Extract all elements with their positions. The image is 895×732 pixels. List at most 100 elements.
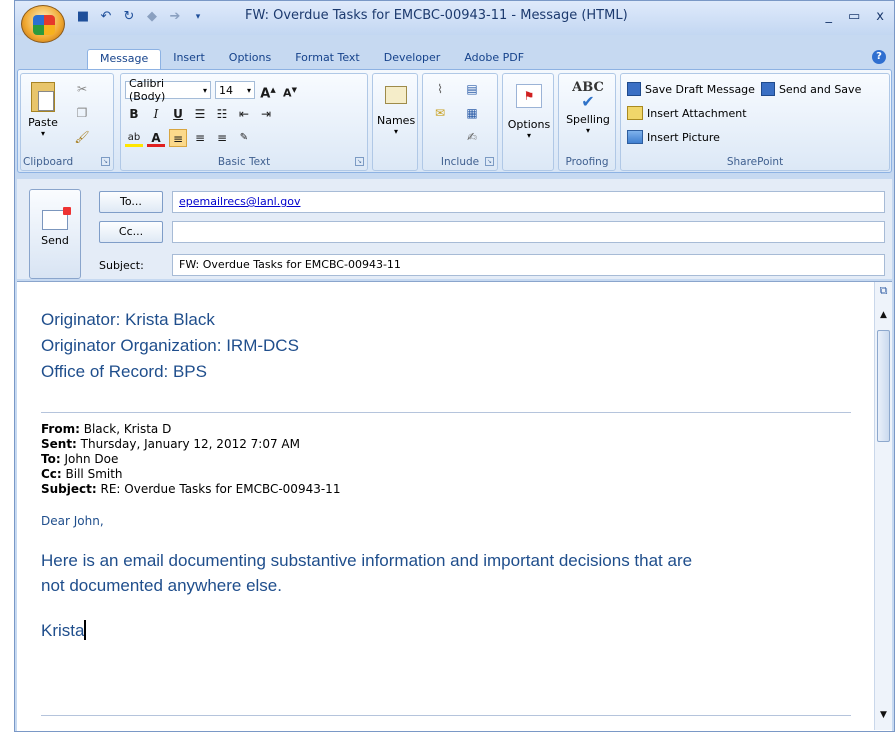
outlook-message-window: ■ ↶ ↻ ◆ ➔ ▾ FW: Overdue Tasks for EMCBC-… <box>14 0 895 732</box>
organization-line: Originator Organization: IRM-DCS <box>41 336 299 355</box>
send-envelope-icon <box>42 207 71 230</box>
italic-button[interactable]: I <box>147 105 165 123</box>
highlight-icon[interactable]: ab <box>125 129 143 147</box>
font-name-select[interactable]: Calibri (Body) ▾ <box>125 77 211 103</box>
basic-text-group: Calibri (Body) ▾ 14 ▾ A▲ A▼ B I U ☰ ☷ ⇤ ⇥ … <box>120 73 368 171</box>
send-and-save-button[interactable]: Send and Save <box>760 82 861 96</box>
quick-access-toolbar: ■ ↶ ↻ ◆ ➔ ▾ <box>75 9 206 25</box>
include-group: ⌇ ▤ ✉ ▦ ✍ Include ↘ <box>422 73 498 171</box>
include-launcher-icon[interactable]: ↘ <box>485 157 494 166</box>
attach-item-icon[interactable]: ✉ <box>431 104 449 122</box>
scrollbar-thumb[interactable] <box>877 330 890 442</box>
maximize-icon[interactable]: ▭ <box>848 9 860 24</box>
proofing-group: ABC ✔ Spelling ▾ Proofing <box>558 73 616 171</box>
align-center-icon[interactable]: ≡ <box>191 129 209 147</box>
minimize-icon[interactable]: _ <box>826 9 833 24</box>
ribbon-tabs: Message Insert Options Format Text Devel… <box>87 49 536 69</box>
tab-message[interactable]: Message <box>87 49 162 69</box>
send-button[interactable]: Send <box>29 189 81 279</box>
paste-icon <box>31 82 55 112</box>
calendar-icon[interactable]: ▦ <box>463 104 481 122</box>
window-controls: _ ▭ x <box>826 9 885 24</box>
title-bar: ■ ↶ ↻ ◆ ➔ ▾ FW: Overdue Tasks for EMCBC-… <box>15 1 894 35</box>
sharepoint-group: Save Draft Message Send and Save Insert … <box>620 73 890 171</box>
office-of-record-line: Office of Record: BPS <box>41 362 207 381</box>
clear-formatting-icon[interactable]: ✎ <box>235 129 253 147</box>
message-header: Send To... epemailrecs@lanl.gov Cc... Su… <box>17 179 892 279</box>
cc-button[interactable]: Cc... <box>99 221 163 243</box>
subject-label: Subject: <box>99 259 144 272</box>
font-size-select[interactable]: 14 ▾ <box>215 81 255 99</box>
clipboard-launcher-icon[interactable]: ↘ <box>101 157 110 166</box>
close-icon[interactable]: x <box>876 9 884 24</box>
save-draft-button[interactable]: Save Draft Message <box>627 82 755 96</box>
shrink-font-icon[interactable]: A▼ <box>281 81 299 100</box>
align-right-icon[interactable]: ≡ <box>213 129 231 147</box>
decrease-indent-icon[interactable]: ⇤ <box>235 105 253 123</box>
divider <box>41 412 851 413</box>
save-icon[interactable]: ■ <box>75 9 91 25</box>
signature-line: Krista <box>41 620 87 640</box>
office-button[interactable] <box>21 5 65 43</box>
greeting-line: Dear John, <box>41 514 104 528</box>
clipboard-group: Paste ▾ ✂ ❐ 🖌 Clipboard ↘ <box>20 73 114 171</box>
font-color-icon[interactable]: A <box>147 129 165 147</box>
cc-field[interactable] <box>172 221 885 243</box>
next-item-icon[interactable]: ➔ <box>167 9 183 25</box>
attach-file-icon[interactable]: ⌇ <box>431 80 449 98</box>
attachment-icon <box>627 106 643 120</box>
numbering-icon[interactable]: ☷ <box>213 105 231 123</box>
scroll-up-icon[interactable]: ▲ <box>875 310 892 320</box>
save-disk-icon <box>627 82 641 96</box>
insert-picture-button[interactable]: Insert Picture <box>627 130 720 144</box>
picture-icon <box>627 130 643 144</box>
copy-icon[interactable]: ❐ <box>73 104 91 122</box>
options-group: ⚑ Options ▾ <box>502 73 554 171</box>
text-cursor <box>84 620 87 640</box>
spelling-button[interactable]: ABC ✔ Spelling ▾ <box>561 78 615 135</box>
message-body[interactable]: Originator: Krista Black Originator Orga… <box>17 281 892 731</box>
office-logo-icon <box>33 15 55 35</box>
save-disk-icon <box>760 82 775 96</box>
vertical-scrollbar[interactable]: ⧉ ▲ ▼ <box>874 282 892 730</box>
tab-format-text[interactable]: Format Text <box>283 49 372 69</box>
flag-icon: ⚑ <box>516 84 542 108</box>
cut-icon[interactable]: ✂ <box>73 80 91 98</box>
align-left-icon[interactable]: ≡ <box>169 129 187 147</box>
divider <box>41 715 851 716</box>
tab-adobe-pdf[interactable]: Adobe PDF <box>452 49 536 69</box>
bullets-icon[interactable]: ☰ <box>191 105 209 123</box>
ribbon: Paste ▾ ✂ ❐ 🖌 Clipboard ↘ Calibri (Body)… <box>17 69 892 173</box>
basic-text-launcher-icon[interactable]: ↘ <box>355 157 364 166</box>
signature-icon[interactable]: ✍ <box>463 128 481 146</box>
originator-line: Originator: Krista Black <box>41 310 215 329</box>
address-book-icon <box>385 86 407 104</box>
ruler-toggle-icon[interactable]: ⧉ <box>875 284 892 298</box>
options-button[interactable]: ⚑ Options ▾ <box>505 80 553 140</box>
bold-button[interactable]: B <box>125 105 143 123</box>
underline-button[interactable]: U <box>169 105 187 123</box>
names-group: Names ▾ <box>372 73 418 171</box>
undo-icon[interactable]: ↶ <box>98 9 114 25</box>
tab-developer[interactable]: Developer <box>372 49 453 69</box>
window-title: FW: Overdue Tasks for EMCBC-00943-11 - M… <box>245 8 628 23</box>
tab-options[interactable]: Options <box>217 49 283 69</box>
format-painter-icon[interactable]: 🖌 <box>73 128 91 146</box>
scroll-down-icon[interactable]: ▼ <box>875 710 892 720</box>
forwarded-header: From: Black, Krista D Sent: Thursday, Ja… <box>41 422 341 496</box>
body-paragraph: Here is an email documenting substantive… <box>41 551 693 595</box>
paste-button[interactable]: Paste ▾ <box>25 78 61 150</box>
help-icon[interactable]: ? <box>872 50 886 64</box>
to-field[interactable]: epemailrecs@lanl.gov <box>172 191 885 213</box>
previous-item-icon[interactable]: ◆ <box>144 9 160 25</box>
insert-attachment-button[interactable]: Insert Attachment <box>627 106 747 120</box>
redo-icon[interactable]: ↻ <box>121 9 137 25</box>
to-button[interactable]: To... <box>99 191 163 213</box>
subject-field[interactable]: FW: Overdue Tasks for EMCBC-00943-11 <box>172 254 885 276</box>
business-card-icon[interactable]: ▤ <box>463 80 481 98</box>
increase-indent-icon[interactable]: ⇥ <box>257 105 275 123</box>
names-button[interactable]: Names ▾ <box>377 82 415 136</box>
tab-insert[interactable]: Insert <box>161 49 217 69</box>
grow-font-icon[interactable]: A▲ <box>259 81 277 101</box>
customize-qat-icon[interactable]: ▾ <box>190 9 206 25</box>
